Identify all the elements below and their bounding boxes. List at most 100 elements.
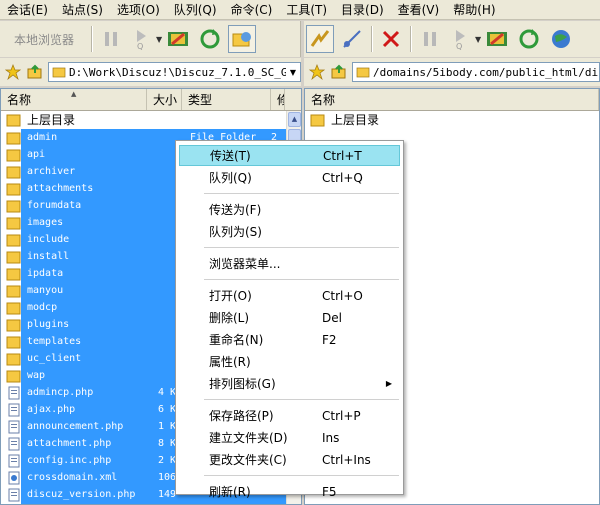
context-menu-item[interactable]: 保存路径(P) Ctrl+P xyxy=(179,405,400,426)
folder-icon xyxy=(6,216,22,230)
context-menu-item[interactable]: 队列为(S) xyxy=(179,221,400,242)
folder-icon xyxy=(6,352,22,366)
file-name: attachments xyxy=(27,183,94,194)
column-header: 名称 xyxy=(305,89,599,111)
context-menu-item[interactable]: 刷新(R) F5 xyxy=(179,481,400,502)
transfer-button[interactable]: Q xyxy=(129,25,157,53)
file-name: ajax.php xyxy=(27,404,76,415)
lightning-icon xyxy=(310,30,330,47)
connect-button[interactable] xyxy=(306,25,334,53)
context-menu-item[interactable]: 建立文件夹(D) Ins xyxy=(179,427,400,448)
menu-item[interactable]: 帮助(H) xyxy=(446,0,502,20)
play-icon: Q xyxy=(137,30,147,50)
folder-icon xyxy=(6,233,22,247)
parent-dir-row[interactable]: 上层目录 xyxy=(305,111,599,128)
folder-icon xyxy=(6,284,22,298)
menu-item[interactable]: 目录(D) xyxy=(334,0,391,20)
menu-item[interactable]: 查看(V) xyxy=(391,0,447,20)
parent-dir-label: 上层目录 xyxy=(331,113,380,127)
file-size: 4 K xyxy=(157,387,176,398)
file-icon xyxy=(6,386,22,400)
flag-icon xyxy=(487,32,508,46)
transfer-remote-button[interactable]: Q xyxy=(448,25,476,53)
menu-item-shortcut: F2 xyxy=(322,332,337,347)
context-menu: 传送(T) Ctrl+T 队列(Q) Ctrl+Q 传送为(F) 队列为(S) 浏览器菜单.… xyxy=(175,140,404,499)
file-size: 6 K xyxy=(157,404,176,415)
column-type[interactable]: 类型 xyxy=(182,89,271,110)
context-menu-item[interactable]: 浏览器菜单... xyxy=(179,253,400,274)
svg-text:Q: Q xyxy=(456,42,462,50)
local-view-button[interactable] xyxy=(228,25,257,53)
scroll-up-icon[interactable]: ▲ xyxy=(288,112,301,127)
folder-icon xyxy=(6,250,22,264)
menu-item-label: 属性(R) xyxy=(209,355,251,369)
folder-icon xyxy=(6,267,22,281)
context-menu-item[interactable]: 排列图标(G) ▶ xyxy=(179,373,400,394)
context-menu-item[interactable]: 删除(L) Del xyxy=(179,307,400,328)
menu-item-shortcut: Ctrl+P xyxy=(322,408,361,423)
context-menu-item[interactable]: 队列(Q) Ctrl+Q xyxy=(179,167,400,188)
context-menu-item[interactable]: 属性(R) xyxy=(179,351,400,372)
transfer-queue-remote-button[interactable] xyxy=(483,25,511,53)
context-menu-item[interactable]: 重命名(N) F2 xyxy=(179,329,400,350)
menu-item-label: 删除(L) xyxy=(209,311,250,325)
context-menu-item[interactable]: 传送(T) Ctrl+T xyxy=(179,145,400,166)
folder-icon xyxy=(52,67,66,78)
file-icon xyxy=(6,488,22,502)
bookmark-star-icon[interactable] xyxy=(4,63,22,81)
column-name[interactable]: 名称 xyxy=(305,89,599,110)
file-icon xyxy=(6,454,22,468)
menu-item-label: 队列(Q) xyxy=(209,171,252,185)
pause-icon xyxy=(424,32,436,46)
file-name: crossdomain.xml xyxy=(27,472,118,483)
up-folder-icon[interactable] xyxy=(330,63,348,81)
refresh-remote-button[interactable] xyxy=(515,25,543,53)
chevron-down-icon[interactable]: ▼ xyxy=(286,63,300,81)
file-name: announcement.php xyxy=(27,421,124,432)
local-browser-button[interactable]: 本地浏览器 xyxy=(0,25,88,53)
transfer-queue-button[interactable] xyxy=(164,25,192,53)
disconnect-wire-button[interactable] xyxy=(338,25,366,53)
parent-dir-row[interactable]: 上层目录 xyxy=(1,111,301,128)
file-name: admin xyxy=(27,132,58,143)
menu-separator xyxy=(204,247,399,248)
menu-item-shortcut: Ctrl+O xyxy=(322,288,363,303)
menu-item-label: 建立文件夹(D) xyxy=(209,431,288,445)
pause-button[interactable] xyxy=(97,25,125,53)
toolbar-left: 本地浏览器 Q ▼ xyxy=(0,21,301,57)
file-name: forumdata xyxy=(27,200,82,211)
svg-text:Q: Q xyxy=(137,42,143,50)
close-icon xyxy=(382,30,400,48)
folder-icon xyxy=(6,131,22,145)
file-icon xyxy=(6,471,22,485)
context-menu-item[interactable]: 传送为(F) xyxy=(179,199,400,220)
context-menu-item[interactable]: 更改文件夹(C) Ctrl+Ins xyxy=(179,449,400,470)
column-modified[interactable]: 修 xyxy=(271,89,285,110)
context-menu-item[interactable]: 打开(O) Ctrl+O xyxy=(179,285,400,306)
menu-item[interactable]: 会话(E) xyxy=(0,0,55,20)
up-folder-icon[interactable] xyxy=(26,63,44,81)
menu-item-label: 排列图标(G) xyxy=(209,377,276,391)
folder-icon xyxy=(6,182,22,196)
menu-item[interactable]: 工具(T) xyxy=(279,0,334,20)
menu-item[interactable]: 站点(S) xyxy=(55,0,110,20)
toolbar-separator xyxy=(91,26,93,52)
column-header: 名称 大小 类型 修 ▲ xyxy=(1,89,301,111)
remote-view-button[interactable] xyxy=(547,25,575,53)
stop-button[interactable] xyxy=(377,25,405,53)
local-path-field[interactable]: D:\Work\Discuz!\Discuz_7.1.0_SC_GBK\uplo… xyxy=(48,62,301,82)
menu-separator xyxy=(204,193,399,194)
menu-item[interactable]: 选项(O) xyxy=(110,0,167,20)
pause-remote-button[interactable] xyxy=(416,25,444,53)
menu-item[interactable]: 命令(C) xyxy=(224,0,280,20)
refresh-icon xyxy=(200,29,220,49)
menu-item[interactable]: 队列(Q) xyxy=(167,0,224,20)
folder-icon xyxy=(6,199,22,213)
column-size[interactable]: 大小 xyxy=(147,89,182,110)
remote-path-field[interactable]: /domains/5ibody.com/public_html/discuz xyxy=(352,62,600,82)
file-name: images xyxy=(27,217,64,228)
bookmark-star-icon[interactable] xyxy=(308,63,326,81)
refresh-button[interactable] xyxy=(196,25,224,53)
local-path-text: D:\Work\Discuz!\Discuz_7.1.0_SC_GBK\uplo… xyxy=(69,65,286,79)
menu-item-label: 传送(T) xyxy=(210,149,251,163)
